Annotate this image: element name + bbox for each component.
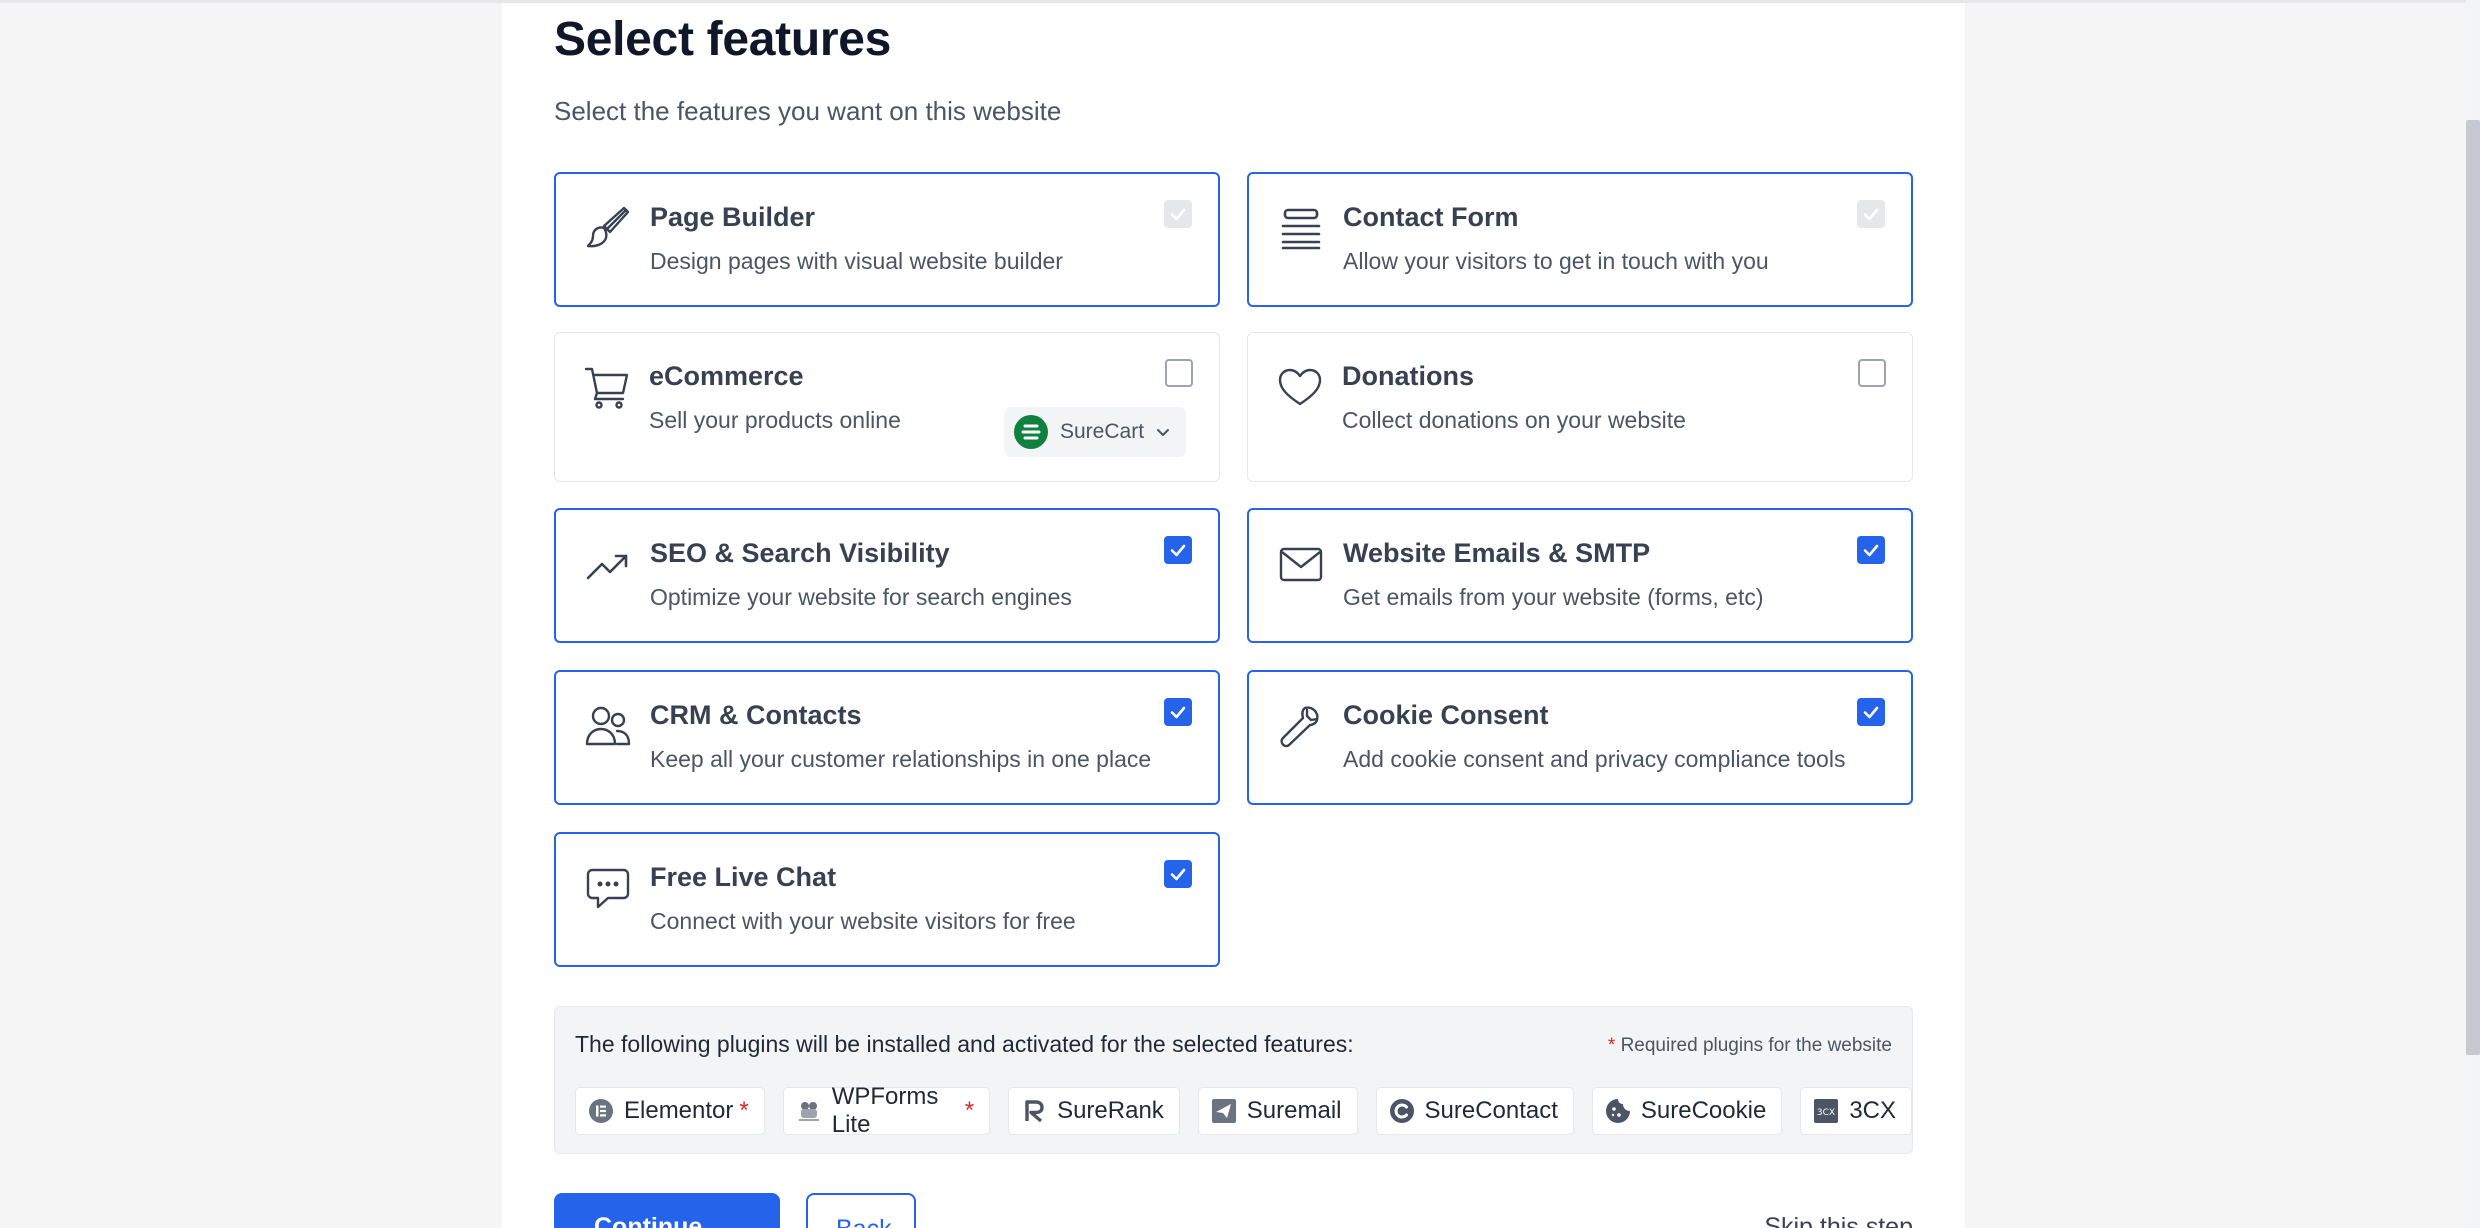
feature-checkbox[interactable]: [1858, 359, 1886, 387]
feature-title: SEO & Search Visibility: [650, 538, 950, 568]
required-star: *: [1607, 1035, 1616, 1056]
feature-title: Page Builder: [650, 202, 816, 232]
cart-icon: [583, 363, 633, 413]
required-star: *: [739, 1097, 749, 1124]
plugins-intro: The following plugins will be installed …: [575, 1031, 1354, 1057]
feature-checkbox-checked[interactable]: [1164, 698, 1192, 726]
feature-description: Sell your products online: [649, 407, 901, 433]
feature-checkbox-checked[interactable]: [1857, 698, 1885, 726]
top-divider: [0, 0, 2480, 3]
required-star: *: [964, 1097, 975, 1124]
svg-text:3CX: 3CX: [1817, 1108, 1835, 1118]
surecookie-icon: [1605, 1098, 1631, 1124]
plugin-chip-3cx: 3CX 3CX: [1800, 1087, 1912, 1135]
elementor-icon: [588, 1098, 614, 1124]
chat-icon: [584, 864, 634, 914]
plugin-name: SureRank: [1057, 1097, 1164, 1124]
feature-description: Connect with your website visitors for f…: [650, 908, 1076, 934]
feature-description: Collect donations on your website: [1342, 407, 1686, 433]
suremail-icon: [1211, 1098, 1237, 1124]
wrench-icon: [1277, 702, 1327, 752]
plugin-name: SureCookie: [1640, 1097, 1767, 1124]
feature-description: Optimize your website for search engines: [650, 584, 1072, 610]
plugin-name: Elementor: [624, 1097, 734, 1124]
feature-description: Add cookie consent and privacy complianc…: [1343, 746, 1846, 772]
heart-icon: [1276, 363, 1326, 413]
feature-checkbox-disabled: [1857, 200, 1885, 228]
chevron-down-icon: [1157, 429, 1170, 436]
feature-checkbox-disabled: [1164, 200, 1192, 228]
plugin-name: WPForms Lite: [831, 1083, 939, 1138]
feature-card-seo[interactable]: SEO & Search Visibility Optimize your we…: [554, 508, 1220, 643]
plugin-name: 3CX: [1849, 1097, 1896, 1124]
plugin-chip-surecontact: SureContact: [1375, 1087, 1574, 1135]
users-icon: [584, 702, 634, 752]
feature-checkbox-checked[interactable]: [1164, 536, 1192, 564]
feature-card-website-emails[interactable]: Website Emails & SMTP Get emails from yo…: [1247, 508, 1913, 643]
feature-description: Get emails from your website (forms, etc…: [1343, 584, 1764, 610]
plugins-required-note: * Required plugins for the website: [1608, 1035, 1892, 1057]
skip-step-link[interactable]: Skip this step: [1764, 1213, 1913, 1228]
ecommerce-provider-label: SureCart: [1060, 420, 1145, 443]
ecommerce-provider-select[interactable]: SureCart: [1004, 407, 1186, 457]
plugin-name: Suremail: [1246, 1097, 1342, 1124]
feature-card-contact-form[interactable]: Contact Form Allow your visitors to get …: [1247, 172, 1913, 307]
plugin-chip-surerank: SureRank: [1008, 1087, 1180, 1135]
page-title: Select features: [554, 13, 892, 66]
feature-card-donations[interactable]: Donations Collect donations on your webs…: [1247, 332, 1913, 482]
feature-card-cookie-consent[interactable]: Cookie Consent Add cookie consent and pr…: [1247, 670, 1913, 805]
plugins-summary: The following plugins will be installed …: [554, 1006, 1913, 1154]
feature-title: Website Emails & SMTP: [1343, 538, 1651, 568]
feature-title: eCommerce: [649, 361, 804, 391]
feature-card-crm[interactable]: CRM & Contacts Keep all your customer re…: [554, 670, 1220, 805]
plugin-chip-list: Elementor * WPForms Lite * SureRank Sure…: [575, 1083, 1912, 1138]
feature-description: Keep all your customer relationships in …: [650, 746, 1152, 772]
feature-title: Free Live Chat: [650, 862, 837, 892]
surecontact-icon: [1389, 1098, 1415, 1124]
wpforms-icon: [796, 1098, 822, 1124]
plugin-chip-surecookie: SureCookie: [1591, 1087, 1783, 1135]
feature-checkbox-checked[interactable]: [1857, 536, 1885, 564]
paintbrush-icon: [584, 204, 634, 254]
form-lines-icon: [1277, 204, 1327, 254]
continue-button[interactable]: Continue →: [554, 1193, 780, 1228]
feature-title: Contact Form: [1343, 202, 1519, 232]
feature-title: Cookie Consent: [1343, 700, 1549, 730]
3cx-icon: 3CX: [1813, 1098, 1839, 1124]
plugin-chip-suremail: Suremail: [1197, 1087, 1358, 1135]
feature-title: CRM & Contacts: [650, 700, 862, 730]
feature-card-page-builder[interactable]: Page Builder Design pages with visual we…: [554, 172, 1220, 307]
page-subtitle: Select the features you want on this web…: [554, 96, 1062, 126]
mail-icon: [1277, 540, 1327, 590]
feature-description: Design pages with visual website builder: [650, 248, 1063, 274]
surecart-logo-icon: [1014, 415, 1048, 449]
feature-checkbox[interactable]: [1165, 359, 1193, 387]
trend-up-icon: [584, 540, 634, 590]
feature-card-live-chat[interactable]: Free Live Chat Connect with your website…: [554, 832, 1220, 967]
scrollbar-thumb[interactable]: [2466, 120, 2480, 1055]
feature-description: Allow your visitors to get in touch with…: [1343, 248, 1769, 274]
plugin-chip-elementor: Elementor *: [575, 1087, 765, 1135]
back-button[interactable]: Back: [806, 1193, 916, 1228]
plugin-name: SureContact: [1424, 1097, 1558, 1124]
surerank-icon: [1021, 1098, 1047, 1124]
feature-title: Donations: [1342, 361, 1474, 391]
plugin-chip-wpforms: WPForms Lite *: [782, 1083, 991, 1138]
feature-card-ecommerce[interactable]: eCommerce Sell your products online Sure…: [554, 332, 1220, 482]
required-note-label: Required plugins for the website: [1620, 1035, 1892, 1056]
feature-checkbox-checked[interactable]: [1164, 860, 1192, 888]
